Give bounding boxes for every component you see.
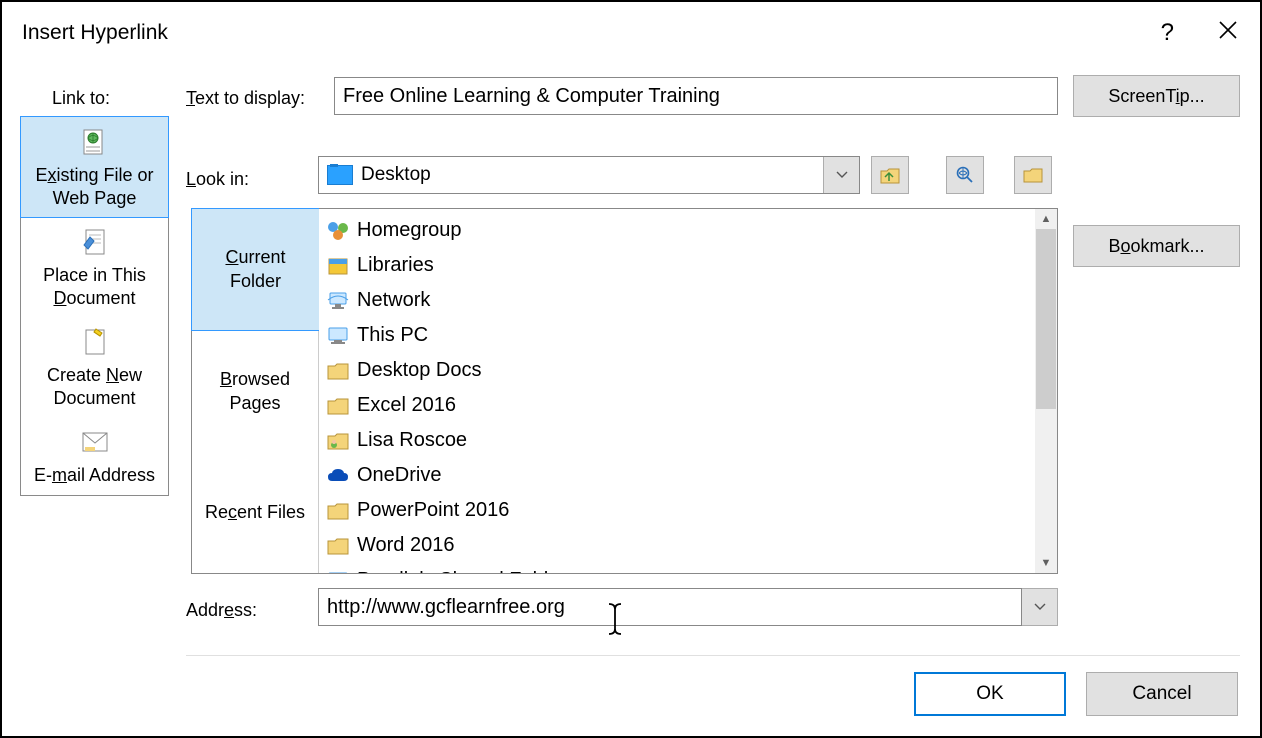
file-item[interactable]: Network <box>325 283 1033 318</box>
browse-web-button[interactable] <box>946 156 984 194</box>
file-name: Word 2016 <box>357 534 454 557</box>
file-list: Homegroup Libraries Network This PC Desktop … <box>319 209 1057 573</box>
folder-icon <box>325 394 351 418</box>
file-name: Desktop Docs <box>357 359 482 382</box>
link-to-label: Link to: <box>52 88 110 109</box>
linkto-label: Create New Document <box>25 364 164 409</box>
file-item[interactable]: OneDrive <box>325 458 1033 493</box>
libraries-icon <box>325 254 351 278</box>
file-item[interactable]: Homegroup <box>325 213 1033 248</box>
help-button[interactable]: ? <box>1161 19 1174 47</box>
pc-icon <box>325 569 351 574</box>
link-to-option-3[interactable]: E-mail Address <box>21 417 168 495</box>
file-item[interactable]: PowerPoint 2016 <box>325 493 1033 528</box>
scroll-thumb[interactable] <box>1036 229 1056 409</box>
desktop-icon <box>327 165 353 185</box>
file-item[interactable]: Word 2016 <box>325 528 1033 563</box>
browse-tab-2[interactable]: Recent Files <box>192 452 319 573</box>
linkto-icon <box>25 327 164 362</box>
link-to-option-2[interactable]: Create New Document <box>21 317 168 417</box>
linkto-label: Place in This Document <box>25 264 164 309</box>
link-to-option-0[interactable]: Existing File or Web Page <box>20 116 169 218</box>
browse-tab-1[interactable]: BrowsedPages <box>192 331 319 452</box>
browse-tabs: CurrentFolderBrowsedPagesRecent Files <box>192 209 319 573</box>
browse-file-button[interactable] <box>1014 156 1052 194</box>
file-name: Excel 2016 <box>357 394 456 417</box>
file-name: This PC <box>357 324 428 347</box>
ok-button[interactable]: OK <box>914 672 1066 716</box>
onedrive-icon <box>325 464 351 488</box>
file-name: OneDrive <box>357 464 441 487</box>
link-to-panel: Existing File or Web Page Place in This D… <box>20 116 169 496</box>
file-item[interactable]: Lisa Roscoe <box>325 423 1033 458</box>
look-in-combo[interactable]: Desktop <box>318 156 860 194</box>
browse-tab-0[interactable]: CurrentFolder <box>191 208 319 331</box>
address-dropdown-button[interactable] <box>1022 588 1058 626</box>
address-combo[interactable] <box>318 588 1058 626</box>
up-one-level-button[interactable] <box>871 156 909 194</box>
file-name: Network <box>357 289 430 312</box>
file-item[interactable]: This PC <box>325 318 1033 353</box>
file-item[interactable]: Desktop Docs <box>325 353 1033 388</box>
folder-icon <box>325 499 351 523</box>
scroll-up-arrow[interactable]: ▲ <box>1035 209 1057 229</box>
folder-icon <box>325 534 351 558</box>
address-input[interactable] <box>318 588 1022 626</box>
file-name: PowerPoint 2016 <box>357 499 509 522</box>
file-list-scrollbar[interactable]: ▲ ▼ <box>1035 209 1057 573</box>
screentip-button[interactable]: ScreenTip... <box>1073 75 1240 117</box>
file-item[interactable]: Parallels Shared Folders <box>325 563 1033 573</box>
file-item[interactable]: Excel 2016 <box>325 388 1033 423</box>
homegroup-icon <box>325 219 351 243</box>
address-label: Address: <box>186 600 257 621</box>
text-to-display-input[interactable] <box>334 77 1058 115</box>
look-in-label: Look in: <box>186 169 249 190</box>
linkto-icon <box>25 427 164 462</box>
separator <box>186 655 1240 656</box>
network-icon <box>325 289 351 313</box>
look-in-dropdown-button[interactable] <box>823 157 859 193</box>
linkto-icon <box>25 227 164 262</box>
scroll-down-arrow[interactable]: ▼ <box>1035 553 1057 573</box>
file-name: Libraries <box>357 254 434 277</box>
userfolder-icon <box>325 429 351 453</box>
folder-icon <box>325 359 351 383</box>
bookmark-button[interactable]: Bookmark... <box>1073 225 1240 267</box>
linkto-icon <box>25 127 164 162</box>
insert-hyperlink-dialog: Insert Hyperlink ? Link to: Existing Fil… <box>0 0 1262 738</box>
linkto-label: Existing File or Web Page <box>25 164 164 209</box>
close-button[interactable] <box>1218 19 1238 47</box>
file-item[interactable]: Libraries <box>325 248 1033 283</box>
linkto-label: E-mail Address <box>25 464 164 487</box>
file-name: Homegroup <box>357 219 462 242</box>
file-name: Parallels Shared Folders <box>357 569 576 573</box>
browse-area: CurrentFolderBrowsedPagesRecent Files Ho… <box>191 208 1058 574</box>
titlebar: Insert Hyperlink ? <box>2 2 1260 54</box>
text-to-display-label: Text to display: <box>186 88 305 109</box>
link-to-option-1[interactable]: Place in This Document <box>21 217 168 317</box>
cancel-button[interactable]: Cancel <box>1086 672 1238 716</box>
dialog-title: Insert Hyperlink <box>22 21 168 45</box>
pc-icon <box>325 324 351 348</box>
file-name: Lisa Roscoe <box>357 429 467 452</box>
look-in-value: Desktop <box>361 164 823 186</box>
